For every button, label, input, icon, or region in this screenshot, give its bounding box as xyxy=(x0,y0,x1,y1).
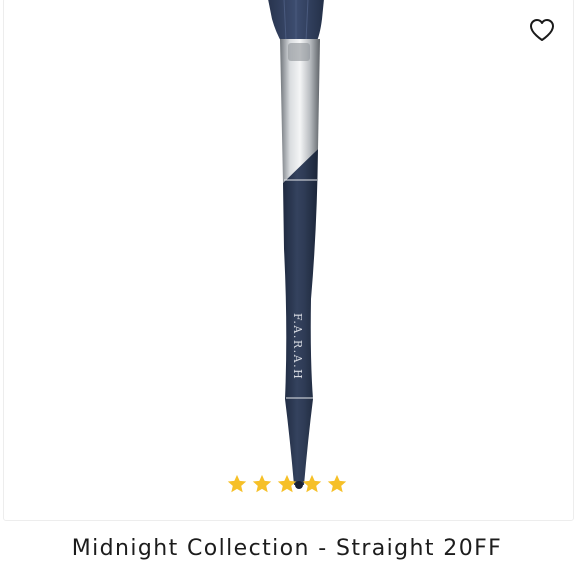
star-icon xyxy=(252,474,272,493)
star-icon xyxy=(327,474,347,493)
rating-stars xyxy=(226,473,348,497)
heart-outline-icon xyxy=(530,19,554,41)
product-title[interactable]: Midnight Collection - Straight 20FF xyxy=(0,536,574,561)
product-page: F.A.R.A.H Midnight Collection - Straight… xyxy=(0,0,580,580)
star-icon xyxy=(227,474,247,493)
brush-bristles xyxy=(268,0,324,43)
product-image[interactable]: F.A.R.A.H xyxy=(4,0,574,521)
wishlist-button[interactable] xyxy=(527,15,557,45)
brand-imprint: F.A.R.A.H xyxy=(291,313,304,380)
star-icon xyxy=(302,474,322,493)
star-icon xyxy=(277,474,297,493)
product-card[interactable]: F.A.R.A.H xyxy=(3,0,574,521)
